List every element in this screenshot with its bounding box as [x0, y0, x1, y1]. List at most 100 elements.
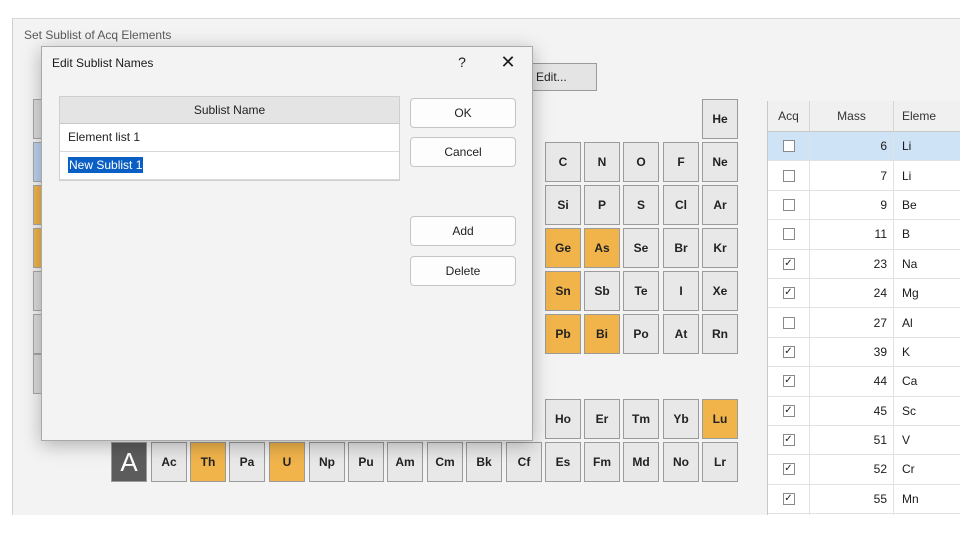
element-cell-th[interactable]: Th — [190, 442, 226, 482]
table-row[interactable]: ✓ 23 Na — [768, 249, 960, 279]
element-cell-te[interactable]: Te — [623, 271, 659, 311]
table-row[interactable]: ✓56Fe — [768, 514, 960, 515]
element-cell-f[interactable]: F — [663, 142, 699, 182]
table-row[interactable]: ✓ 45 Sc — [768, 396, 960, 426]
element-cell-tm[interactable]: Tm — [623, 399, 659, 439]
element-cell-fm[interactable]: Fm — [584, 442, 620, 482]
table-row[interactable]: 27 Al — [768, 308, 960, 338]
element-cell-kr[interactable]: Kr — [702, 228, 738, 268]
element-cell-sn[interactable]: Sn — [545, 271, 581, 311]
element-cell-lu[interactable]: Lu — [702, 399, 738, 439]
acq-column-header[interactable]: Acq — [768, 101, 810, 131]
element-cell-ho[interactable]: Ho — [545, 399, 581, 439]
element-cell-p[interactable]: P — [584, 185, 620, 225]
acq-cell: ✓ — [768, 337, 810, 367]
table-row[interactable]: 9 Be — [768, 190, 960, 221]
element-cell-bi[interactable]: Bi — [584, 314, 620, 354]
acq-cell: ✓ — [768, 455, 810, 484]
table-row[interactable]: ✓ 39 K — [768, 337, 960, 368]
element-cell-s[interactable]: S — [623, 185, 659, 225]
acq-checkbox[interactable]: ✓ — [782, 404, 795, 417]
mass-cell: 24 — [810, 278, 894, 308]
element-cell-se[interactable]: Se — [623, 228, 659, 268]
element-cell-np[interactable]: Np — [309, 442, 345, 482]
edit-button[interactable]: Edit... — [531, 63, 597, 91]
acq-checkbox[interactable]: ✓ — [782, 257, 795, 270]
acq-checkbox[interactable]: ✓ — [782, 287, 795, 300]
add-button[interactable]: Add — [410, 216, 516, 246]
element-cell-er[interactable]: Er — [584, 399, 620, 439]
element-cell-at[interactable]: At — [663, 314, 699, 354]
acq-cell: ✓ — [768, 367, 810, 396]
acq-checkbox[interactable]: ✓ — [782, 492, 795, 505]
element-cell-xe[interactable]: Xe — [702, 271, 738, 311]
element-cell-ge[interactable]: Ge — [545, 228, 581, 268]
element-cell-ne[interactable]: Ne — [702, 142, 738, 182]
element-cell-bk[interactable]: Bk — [466, 442, 502, 482]
element-column-header[interactable]: Eleme — [894, 101, 960, 131]
acq-checkbox[interactable]: ✓ — [782, 434, 795, 447]
element-cell-cf[interactable]: Cf — [506, 442, 542, 482]
element-cell-br[interactable]: Br — [663, 228, 699, 268]
element-cell-cm[interactable]: Cm — [427, 442, 463, 482]
cancel-button[interactable]: Cancel — [410, 137, 516, 167]
table-row[interactable]: ✓ 24 Mg — [768, 278, 960, 309]
element-cell-ac[interactable]: Ac — [151, 442, 187, 482]
element-cell-n[interactable]: N — [584, 142, 620, 182]
table-row[interactable]: ✓ 52 Cr — [768, 455, 960, 485]
acq-checkbox[interactable]: ✓ — [782, 345, 795, 358]
element-cell-pu[interactable]: Pu — [348, 442, 384, 482]
acq-cell — [768, 161, 810, 190]
mass-cell: 56 — [810, 514, 894, 515]
element-cell-lr[interactable]: Lr — [702, 442, 738, 482]
element-cell-am[interactable]: Am — [387, 442, 423, 482]
element-cell-no[interactable]: No — [663, 442, 699, 482]
element-cell-cl[interactable]: Cl — [663, 185, 699, 225]
table-row[interactable]: 11 B — [768, 220, 960, 250]
table-row[interactable]: ✓ 55 Mn — [768, 484, 960, 515]
table-row[interactable]: 6 Li — [768, 132, 960, 162]
element-cell-pa[interactable]: Pa — [229, 442, 265, 482]
table-row[interactable]: 7 Li — [768, 161, 960, 191]
sublist-row-editing[interactable]: New Sublist 1 — [60, 152, 399, 180]
element-cell-pb[interactable]: Pb — [545, 314, 581, 354]
element-cell-es[interactable]: Es — [545, 442, 581, 482]
sublist-name-header[interactable]: Sublist Name — [60, 97, 399, 124]
element-cell-yb[interactable]: Yb — [663, 399, 699, 439]
element-cell-o[interactable]: O — [623, 142, 659, 182]
element-cell-po[interactable]: Po — [623, 314, 659, 354]
acq-checkbox[interactable]: ✓ — [782, 375, 795, 388]
element-cell-as[interactable]: As — [584, 228, 620, 268]
element-cell-rn[interactable]: Rn — [702, 314, 738, 354]
sublist-row[interactable]: Element list 1 — [60, 124, 399, 152]
delete-button[interactable]: Delete — [410, 256, 516, 286]
element-cell: Sc — [894, 397, 960, 425]
acq-cell — [768, 308, 810, 337]
acq-checkbox[interactable] — [782, 169, 795, 182]
acq-checkbox[interactable]: ✓ — [782, 463, 795, 476]
acq-checkbox[interactable] — [782, 316, 795, 329]
acq-checkbox[interactable] — [782, 140, 795, 153]
ok-button[interactable]: OK — [410, 98, 516, 128]
close-icon[interactable]: ✕ — [497, 51, 519, 73]
acq-checkbox[interactable] — [782, 228, 795, 241]
element-cell-sb[interactable]: Sb — [584, 271, 620, 311]
element-cell-i[interactable]: I — [663, 271, 699, 311]
help-icon[interactable]: ? — [452, 52, 472, 72]
acq-checkbox[interactable] — [782, 198, 795, 211]
table-row[interactable]: ✓ 51 V — [768, 425, 960, 456]
mass-cell: 44 — [810, 367, 894, 396]
element-cell-c[interactable]: C — [545, 142, 581, 182]
element-cell-si[interactable]: Si — [545, 185, 581, 225]
table-row[interactable]: ✓ 44 Ca — [768, 367, 960, 397]
mass-cell: 23 — [810, 249, 894, 278]
element-cell-ar[interactable]: Ar — [702, 185, 738, 225]
element-cell-he[interactable]: He — [702, 99, 738, 139]
element-cell-u[interactable]: U — [269, 442, 305, 482]
element-cell-a[interactable]: A — [111, 442, 147, 482]
sublist-name-edit-field[interactable]: New Sublist 1 — [68, 157, 144, 173]
mass-column-header[interactable]: Mass — [810, 101, 894, 131]
element-cell-md[interactable]: Md — [623, 442, 659, 482]
mass-cell: 9 — [810, 190, 894, 220]
element-cell: Li — [894, 161, 960, 189]
